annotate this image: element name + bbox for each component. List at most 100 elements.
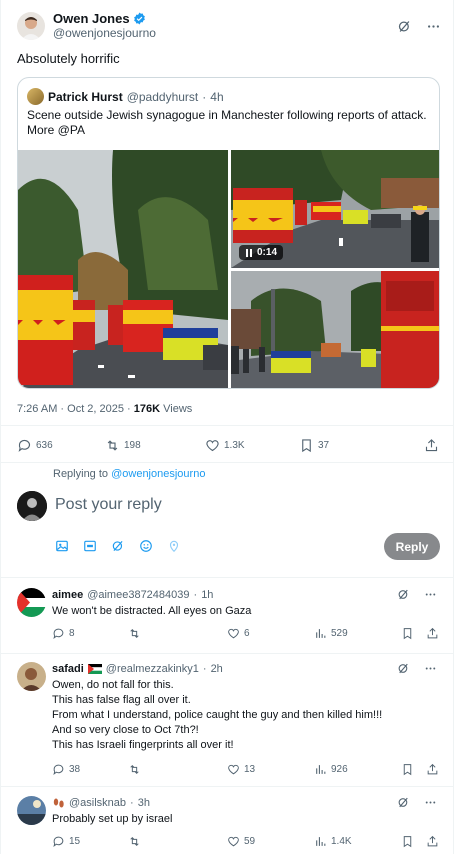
replying-prefix: Replying to [53,468,112,480]
gif-icon[interactable] [83,539,97,553]
repost-action[interactable] [128,835,227,848]
media-video-fire-engines[interactable]: 0:14 [231,150,439,268]
location-icon[interactable] [167,539,181,553]
reply-author-handle[interactable]: @realmezzakinky1 [106,663,199,675]
bookmark-icon[interactable] [401,763,414,776]
reply-icon [53,764,64,776]
reply-action[interactable]: 8 [52,627,128,640]
more-options-icon[interactable] [424,588,437,601]
views-action[interactable]: 926 [314,763,401,776]
palestine-flag-avatar [17,588,46,617]
view-count: 926 [330,764,348,775]
reply-time[interactable]: 2h [211,663,223,675]
reply-text-line: This has false flag all over it. [52,694,191,706]
reply-count: 8 [69,628,75,639]
like-action[interactable]: 59 [227,835,314,848]
post-detail-page: Owen Jones @owenjonesjourno Absolutely h… [0,0,454,854]
reply-action-bar: 38 13 926 [52,763,439,776]
reply-avatar[interactable] [17,588,46,617]
reply-button[interactable]: Reply [384,533,440,560]
repost-action[interactable] [128,763,227,776]
quoted-author-handle: @paddyhurst [126,89,199,104]
heart-icon [228,628,239,639]
share-icon[interactable] [426,627,439,640]
emoji-icon[interactable] [139,539,153,553]
author-name-row[interactable]: Owen Jones [53,11,156,26]
reply-avatar[interactable] [17,796,46,825]
replying-to-line: Replying to @owenjonesjourno [53,468,205,480]
grok-icon[interactable] [397,796,410,809]
share-icon[interactable] [426,763,439,776]
reply-author-handle[interactable]: @asilsknab [69,797,126,809]
user-avatar[interactable] [17,491,47,521]
more-options-icon[interactable] [424,662,437,675]
reply-time[interactable]: 1h [201,589,213,601]
like-action[interactable]: 13 [227,763,314,776]
reply-right-actions [401,835,439,848]
grok-icon[interactable] [397,662,410,675]
compose-toolbar [55,539,181,553]
repost-action[interactable]: 198 [105,438,205,453]
reply-text-line: This has Israeli fingerprints all over i… [52,739,234,751]
reply-avatar[interactable] [17,662,46,691]
quoted-post-card[interactable]: Patrick Hurst @paddyhurst · 4h Scene out… [17,77,440,389]
reply-action[interactable]: 38 [52,763,128,776]
reply-input[interactable] [55,496,375,514]
replying-to-handle[interactable]: @owenjonesjourno [111,468,205,480]
author-name[interactable]: Owen Jones [53,11,130,26]
reply-action-bar: 15 59 1.4K [52,835,439,848]
more-options-icon[interactable] [426,19,441,34]
reply-author-name[interactable]: safadi [52,663,84,675]
reply-text-line: Probably set up by israel [52,813,173,825]
author-avatar[interactable] [17,12,45,40]
reply-action[interactable]: 636 [17,438,105,453]
grok-icon[interactable] [397,588,410,601]
repost-icon [107,439,118,451]
media-photo-fire-engines[interactable] [18,150,228,388]
bookmark-icon[interactable] [401,835,414,848]
repost-action[interactable] [128,627,227,640]
reply-text: Owen, do not fall for this. This has fal… [52,678,382,753]
reply-post[interactable]: @asilsknab · 3h Probably set up by israe… [1,786,453,854]
media-photo-street-scene[interactable] [231,271,439,388]
share-icon [425,438,438,451]
reply-icon [53,628,64,640]
post-action-bar: 636 198 1.3K 37 [17,435,439,455]
view-count: 176K [133,403,161,415]
image-icon[interactable] [55,539,69,553]
divider [1,425,453,426]
quoted-author-name: Patrick Hurst [48,89,123,104]
video-duration-badge[interactable]: 0:14 [239,245,284,260]
bookmark-action[interactable]: 37 [299,438,389,453]
quoted-separator: · [202,89,207,104]
share-action[interactable] [424,438,439,453]
reply-time[interactable]: 3h [138,797,150,809]
bookmark-icon[interactable] [401,627,414,640]
reply-author-name[interactable]: aimee [52,589,83,601]
views-action[interactable]: 1.4K [314,835,401,848]
grok-icon[interactable] [397,19,412,34]
more-options-icon[interactable] [424,796,437,809]
reply-text: We won't be distracted. All eyes on Gaza [52,604,251,618]
reply-action[interactable]: 15 [52,835,128,848]
reply-top-actions [397,662,437,675]
heart-icon [228,836,239,847]
grok-compose-icon[interactable] [111,539,125,553]
repost-count: 198 [124,439,141,451]
post-timestamp[interactable]: 7:26 AM · Oct 2, 2025 · [17,403,134,415]
heart-icon [206,439,219,451]
reply-post[interactable]: safadi @realmezzakinky1 · 2h Owen, do no… [1,653,453,786]
author-names: Owen Jones @owenjonesjourno [53,11,156,41]
share-icon[interactable] [426,835,439,848]
author-handle[interactable]: @owenjonesjourno [53,26,156,41]
palestine-flag-icon [87,664,102,674]
reply-author-handle[interactable]: @aimee3872484039 [87,589,189,601]
reply-post[interactable]: aimee @aimee3872484039 · 1h We won't be … [1,577,453,653]
like-action[interactable]: 1.3K [205,438,299,453]
like-action[interactable]: 6 [227,627,314,640]
footprints-icon [52,797,65,809]
like-count: 1.3K [224,439,245,451]
views-action[interactable]: 529 [314,627,401,640]
quoted-media-grid: 0:14 [18,150,439,388]
bookmark-icon [302,438,311,452]
